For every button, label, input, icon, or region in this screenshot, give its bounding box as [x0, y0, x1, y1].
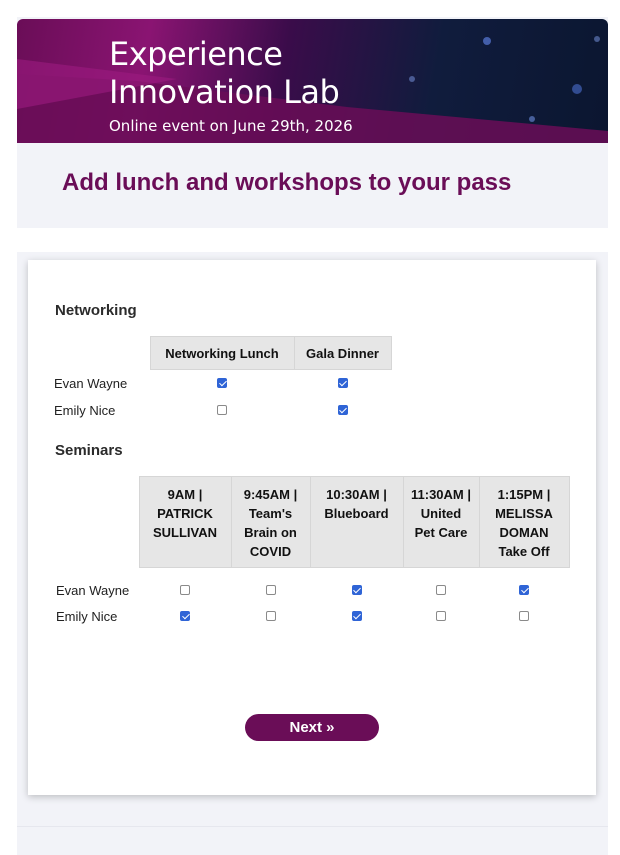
checkbox-cell	[294, 370, 391, 397]
attendee-name: Emily Nice	[56, 609, 118, 624]
checkbox-checked[interactable]	[519, 585, 529, 596]
column-seminar-line: Team's	[248, 506, 293, 521]
column-seminar-line: United	[420, 506, 462, 521]
event-banner: Experience Innovation Lab Online event o…	[17, 19, 608, 143]
checkbox-cell	[150, 370, 294, 397]
checkbox-cell	[150, 397, 294, 424]
attendee-name: Emily Nice	[54, 402, 116, 418]
checkbox-checked[interactable]	[180, 611, 190, 622]
table-row: Emily Nice	[51, 604, 569, 630]
event-date: Online event on June 29th, 2026	[109, 117, 353, 135]
checkbox-cell	[231, 578, 310, 604]
column-seminar-line: COVID	[249, 544, 292, 559]
empty-header	[51, 337, 150, 370]
column-seminar-line: 9AM |	[167, 487, 203, 502]
column-seminar: 9:45AM | Team's Brain on COVID	[230, 476, 311, 568]
checkbox-checked[interactable]	[351, 585, 362, 596]
checkbox-checked[interactable]	[217, 378, 227, 389]
table-row: Emily Nice	[51, 397, 391, 424]
checkbox-unchecked[interactable]	[436, 611, 446, 622]
column-seminar-line: MELISSA	[495, 506, 553, 521]
event-title-line2: Innovation Lab	[109, 73, 340, 111]
attendee-name: Evan Wayne	[56, 583, 130, 598]
checkbox-unchecked[interactable]	[436, 585, 446, 596]
checkbox-checked[interactable]	[351, 611, 362, 622]
checkbox-unchecked[interactable]	[265, 585, 276, 596]
checkbox-checked[interactable]	[337, 378, 348, 389]
networking-table: Networking Lunch Gala Dinner Evan Wayne E…	[51, 336, 392, 424]
spacer-row	[51, 568, 569, 578]
table-row: Evan Wayne	[51, 578, 569, 604]
checkbox-cell	[479, 578, 569, 604]
seminars-table: 9AM | PATRICK SULLIVAN 9:45AM | Team's Brain …	[51, 476, 570, 630]
section-divider	[17, 228, 608, 252]
event-title-line1: Experience	[109, 35, 283, 73]
column-seminar-line: Take Off	[498, 544, 550, 559]
checkbox-unchecked[interactable]	[217, 404, 227, 415]
checkbox-cell	[139, 578, 231, 604]
attendee-name: Evan Wayne	[54, 375, 128, 391]
checkbox-unchecked[interactable]	[180, 585, 190, 596]
networking-title: Networking	[55, 302, 137, 319]
column-seminar-line: Brain on	[244, 525, 297, 540]
checkbox-cell	[139, 604, 231, 630]
next-button[interactable]: Next »	[245, 714, 379, 741]
column-networking-lunch: Networking Lunch	[149, 336, 295, 370]
checkbox-cell	[403, 578, 479, 604]
column-seminar: 1:15PM | MELISSA DOMAN Take Off	[478, 476, 570, 568]
heading-band: Add lunch and workshops to your pass	[17, 143, 608, 228]
event-title: Experience Innovation Lab	[109, 35, 340, 111]
column-seminar-line: 11:30AM |	[411, 487, 471, 502]
checkbox-cell	[294, 397, 391, 424]
page-title: Add lunch and workshops to your pass	[62, 169, 512, 196]
column-seminar: 11:30AM | United Pet Care	[402, 476, 480, 568]
checkbox-unchecked[interactable]	[265, 611, 276, 622]
checkbox-cell	[403, 604, 479, 630]
checkbox-unchecked[interactable]	[519, 611, 529, 622]
column-seminar: 10:30AM | Blueboard	[309, 476, 404, 568]
column-seminar-line: PATRICK	[157, 506, 213, 521]
column-seminar-line: Pet Care	[414, 525, 468, 540]
column-seminar-line: SULLIVAN	[152, 525, 218, 540]
column-seminar-line: 1:15PM |	[497, 487, 551, 502]
checkbox-cell	[310, 604, 403, 630]
column-gala-dinner: Gala Dinner	[293, 336, 392, 370]
checkbox-cell	[231, 604, 310, 630]
column-seminar-line: 10:30AM |	[326, 487, 387, 502]
column-seminar-line: 9:45AM |	[243, 487, 298, 502]
column-seminar-line: Blueboard	[324, 506, 389, 521]
checkbox-cell	[479, 604, 569, 630]
column-seminar: 9AM | PATRICK SULLIVAN	[138, 476, 232, 568]
column-seminar-line: DOMAN	[499, 525, 549, 540]
empty-header	[51, 477, 139, 568]
checkbox-checked[interactable]	[337, 404, 348, 415]
footer-divider	[17, 826, 608, 827]
seminars-title: Seminars	[55, 442, 123, 459]
table-row: Evan Wayne	[51, 370, 391, 397]
checkbox-cell	[310, 578, 403, 604]
